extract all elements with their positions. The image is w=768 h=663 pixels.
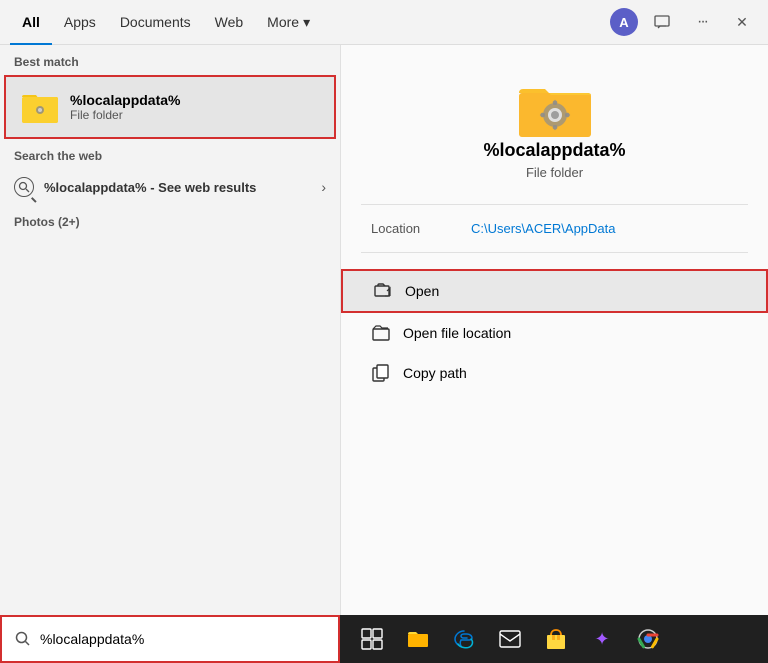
left-panel: Best match %localappdata% F bbox=[0, 45, 340, 663]
location-value[interactable]: C:\Users\ACER\AppData bbox=[471, 221, 616, 236]
open-file-location-icon bbox=[371, 323, 391, 343]
best-match-subtitle: File folder bbox=[70, 108, 180, 122]
detail-location-row: Location C:\Users\ACER\AppData bbox=[361, 221, 748, 236]
task-view-icon[interactable] bbox=[350, 617, 394, 661]
copy-path-icon bbox=[371, 363, 391, 383]
tab-all[interactable]: All bbox=[10, 0, 52, 45]
avatar[interactable]: A bbox=[610, 8, 638, 36]
tab-more[interactable]: More ▾ bbox=[255, 0, 322, 45]
best-match-label: Best match bbox=[0, 45, 340, 75]
detail-divider-2 bbox=[361, 252, 748, 253]
best-match-text: %localappdata% File folder bbox=[70, 92, 180, 122]
search-input-container bbox=[0, 615, 340, 663]
figma-icon[interactable]: ✦ bbox=[580, 617, 624, 661]
edge-icon[interactable] bbox=[442, 617, 486, 661]
content-area: Best match %localappdata% F bbox=[0, 45, 768, 663]
file-explorer-icon[interactable] bbox=[396, 617, 440, 661]
web-search-item[interactable]: %localappdata% - See web results › bbox=[0, 169, 340, 205]
tab-web[interactable]: Web bbox=[203, 0, 256, 45]
detail-divider bbox=[361, 204, 748, 205]
close-icon[interactable]: ✕ bbox=[726, 6, 758, 38]
open-icon bbox=[373, 281, 393, 301]
search-panel: All Apps Documents Web More ▾ A ··· ✕ Be… bbox=[0, 0, 768, 663]
more-options-icon[interactable]: ··· bbox=[686, 6, 718, 38]
detail-title: %localappdata% bbox=[483, 140, 625, 161]
taskbar-search-icon bbox=[14, 630, 32, 648]
open-file-location-button[interactable]: Open file location bbox=[341, 313, 768, 353]
tab-documents[interactable]: Documents bbox=[108, 0, 203, 45]
folder-icon-small bbox=[20, 87, 60, 127]
detail-subtitle: File folder bbox=[526, 165, 583, 180]
mail-icon[interactable] bbox=[488, 617, 532, 661]
chrome-icon[interactable] bbox=[626, 617, 670, 661]
location-label: Location bbox=[371, 221, 471, 236]
web-search-text: %localappdata% - See web results bbox=[44, 180, 256, 195]
open-button[interactable]: Open bbox=[341, 269, 768, 313]
photos-label: Photos (2+) bbox=[0, 205, 340, 235]
taskbar: ✦ bbox=[0, 615, 768, 663]
search-icon bbox=[14, 177, 34, 197]
nav-right: A ··· ✕ bbox=[610, 6, 758, 38]
folder-icon-large bbox=[515, 75, 595, 140]
copy-path-button[interactable]: Copy path bbox=[341, 353, 768, 393]
feedback-icon[interactable] bbox=[646, 6, 678, 38]
open-file-location-label: Open file location bbox=[403, 325, 511, 341]
web-search-label: Search the web bbox=[0, 139, 340, 169]
right-panel: %localappdata% File folder Location C:\U… bbox=[340, 45, 768, 663]
tab-apps[interactable]: Apps bbox=[52, 0, 108, 45]
copy-path-label: Copy path bbox=[403, 365, 467, 381]
best-match-title: %localappdata% bbox=[70, 92, 180, 108]
best-match-item[interactable]: %localappdata% File folder bbox=[4, 75, 336, 139]
store-icon[interactable] bbox=[534, 617, 578, 661]
web-search-arrow-icon: › bbox=[321, 179, 326, 195]
nav-tabs: All Apps Documents Web More ▾ A ··· ✕ bbox=[0, 0, 768, 45]
open-label: Open bbox=[405, 283, 439, 299]
search-input[interactable] bbox=[40, 631, 326, 647]
